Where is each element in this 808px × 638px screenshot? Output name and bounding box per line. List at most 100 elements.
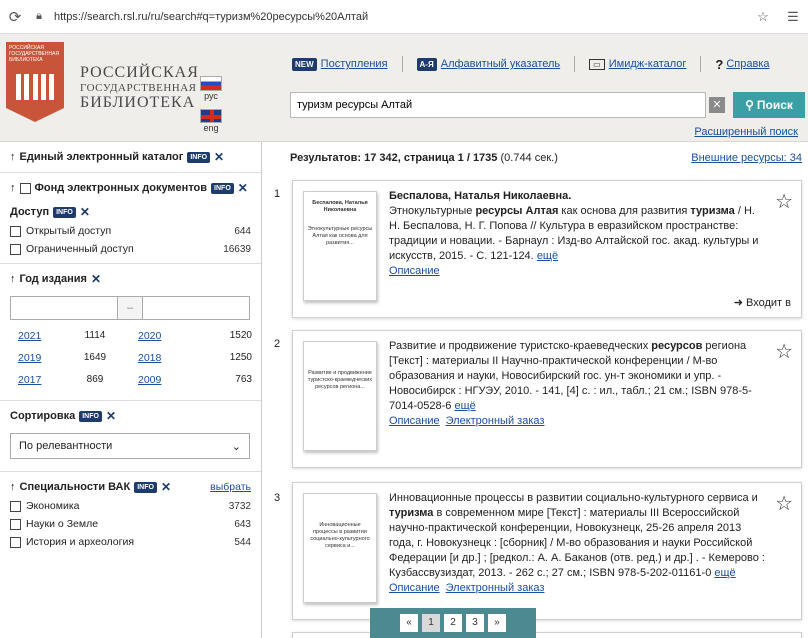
arrivals-link[interactable]: Поступления: [321, 58, 388, 70]
remove-filter-icon[interactable]: ✕: [80, 205, 90, 219]
more-link[interactable]: ещё: [454, 400, 475, 412]
access-checkbox[interactable]: [10, 225, 21, 237]
access-label: Ограниченный доступ: [26, 243, 134, 255]
description-link[interactable]: Описание: [389, 265, 440, 277]
search-button[interactable]: ⚲ Поиск: [733, 92, 805, 118]
description-link[interactable]: Описание: [389, 415, 440, 427]
results-panel: Результатов: 17 342, страница 1 / 1735 (…: [270, 142, 808, 638]
fund-checkbox[interactable]: [19, 182, 31, 194]
year-from-input[interactable]: [10, 296, 118, 320]
page-2-button[interactable]: 2: [444, 614, 462, 632]
fund-title[interactable]: Фонд электронных документов: [35, 182, 208, 194]
page-3-button[interactable]: 3: [466, 614, 484, 632]
advanced-search-link[interactable]: Расширенный поиск: [694, 126, 798, 138]
remove-filter-icon[interactable]: ✕: [91, 272, 101, 286]
description-link[interactable]: Описание: [389, 582, 440, 594]
year-to-input[interactable]: [142, 296, 250, 320]
remove-filter-icon[interactable]: ✕: [106, 409, 116, 423]
lang-en[interactable]: eng: [198, 123, 224, 133]
bookmark-star-icon[interactable]: ☆: [775, 491, 793, 516]
remove-filter-icon[interactable]: ✕: [161, 480, 171, 494]
remove-filter-icon[interactable]: ✕: [238, 181, 248, 195]
highlight: туризма: [690, 205, 735, 217]
fund-section: ↑ Фонд электронных документов INFO ✕ Дос…: [0, 173, 261, 264]
highlight: ресурсы Алтая: [475, 205, 559, 217]
nav-alpha-index[interactable]: А-Я Алфавитный указатель: [416, 57, 560, 71]
book-cover-thumbnail[interactable]: Развитие и продвижение туристско-краевед…: [303, 341, 377, 451]
vak-option[interactable]: Науки о Земле 643: [10, 518, 251, 530]
result-card-partial: [292, 632, 802, 638]
reload-icon[interactable]: ⟳: [0, 8, 30, 26]
vak-checkbox[interactable]: [10, 500, 21, 512]
info-badge[interactable]: INFO: [211, 182, 234, 194]
year-link[interactable]: 2019: [18, 352, 52, 364]
nav-arrivals[interactable]: NEW Поступления: [292, 57, 388, 71]
logo-text[interactable]: РОССИЙСКАЯ ГОСУДАРСТВЕННАЯ БИБЛИОТЕКА: [80, 64, 199, 112]
russian-flag-icon[interactable]: [200, 76, 222, 91]
result-description: Беспалова, Наталья Николаевна. Этнокульт…: [389, 189, 769, 279]
favorites-list-icon[interactable]: ☰: [778, 9, 808, 25]
logo-line-2: ГОСУДАРСТВЕННАЯ: [80, 82, 197, 94]
alpha-index-link[interactable]: Алфавитный указатель: [441, 58, 560, 70]
search-input[interactable]: [290, 92, 706, 118]
vak-checkbox[interactable]: [10, 518, 21, 530]
remove-filter-icon[interactable]: ✕: [214, 150, 224, 164]
uk-flag-icon[interactable]: [200, 109, 222, 123]
year-title[interactable]: Год издания: [20, 273, 87, 285]
year-range: –: [10, 296, 251, 320]
order-link[interactable]: Электронный заказ: [446, 415, 545, 427]
nav-image-catalog[interactable]: ▭ Имидж-каталог: [589, 58, 686, 70]
catalog-title[interactable]: Единый электронный каталог: [20, 151, 184, 163]
access-option[interactable]: Открытый доступ 644: [10, 225, 251, 237]
browser-bar: ⟳ 🔒︎ https://search.rsl.ru/ru/search#q=т…: [0, 0, 808, 34]
year-link[interactable]: 2018: [138, 352, 172, 364]
access-count: 16639: [223, 243, 251, 255]
access-checkbox[interactable]: [10, 243, 21, 255]
year-link[interactable]: 2009: [138, 374, 172, 386]
info-badge[interactable]: INFO: [134, 481, 157, 493]
clear-search-icon[interactable]: ✕: [709, 97, 725, 113]
next-page-button[interactable]: »: [488, 614, 506, 632]
goto-link[interactable]: ➜ Входит в: [734, 296, 791, 309]
nav-help[interactable]: ? Справка: [715, 57, 769, 72]
language-switcher: рус eng: [198, 76, 224, 133]
nav-divider: [401, 56, 403, 72]
favorite-star-icon[interactable]: ☆: [748, 9, 778, 25]
info-badge[interactable]: INFO: [187, 151, 211, 163]
pin-icon: ↑: [10, 481, 16, 493]
bookmark-star-icon[interactable]: ☆: [775, 189, 793, 214]
rsl-logo-badge[interactable]: РОССИЙСКАЯ ГОСУДАРСТВЕННАЯ БИБЛИОТЕКА: [6, 42, 64, 122]
external-resources-link[interactable]: Внешние ресурсы: 34: [691, 152, 802, 164]
range-separator: –: [118, 296, 142, 320]
image-catalog-link[interactable]: Имидж-каталог: [609, 58, 687, 70]
book-cover-thumbnail[interactable]: Беспалова, Наталья Николаевна Этнокульту…: [303, 191, 377, 301]
vak-option[interactable]: Экономика 3732: [10, 500, 251, 512]
page-1-button[interactable]: 1: [422, 614, 440, 632]
more-link[interactable]: ещё: [714, 567, 735, 579]
access-option[interactable]: Ограниченный доступ 16639: [10, 243, 251, 255]
pagination: « 1 2 3 »: [370, 608, 536, 638]
year-link[interactable]: 2021: [18, 330, 52, 342]
bookmark-star-icon[interactable]: ☆: [775, 339, 793, 364]
more-link[interactable]: ещё: [537, 250, 558, 262]
vak-checkbox[interactable]: [10, 536, 21, 548]
help-link[interactable]: Справка: [726, 58, 769, 70]
results-count: Результатов: 17 342, страница 1 / 1735: [290, 152, 498, 164]
result-card: Развитие и продвижение туристско-краевед…: [292, 330, 802, 468]
order-link[interactable]: Электронный заказ: [446, 582, 545, 594]
vak-select-link[interactable]: выбрать: [210, 481, 251, 493]
result-author: Беспалова, Наталья Николаевна.: [389, 190, 572, 202]
vak-title[interactable]: Специальности ВАК: [20, 481, 131, 493]
access-title: Доступ: [10, 206, 50, 218]
catalog-section: ↑ Единый электронный каталог INFO ✕: [0, 142, 261, 173]
sort-select[interactable]: По релевантности ⌄: [10, 433, 250, 459]
lang-ru[interactable]: рус: [198, 91, 224, 101]
prev-page-button[interactable]: «: [400, 614, 418, 632]
year-link[interactable]: 2020: [138, 330, 172, 342]
year-link[interactable]: 2017: [18, 374, 52, 386]
info-badge[interactable]: INFO: [79, 410, 102, 422]
address-bar[interactable]: https://search.rsl.ru/ru/search#q=туризм…: [48, 11, 748, 23]
vak-option[interactable]: История и археология 544: [10, 536, 251, 548]
book-cover-thumbnail[interactable]: Инновационные процессы в развитии социал…: [303, 493, 377, 603]
info-badge[interactable]: INFO: [53, 206, 76, 218]
